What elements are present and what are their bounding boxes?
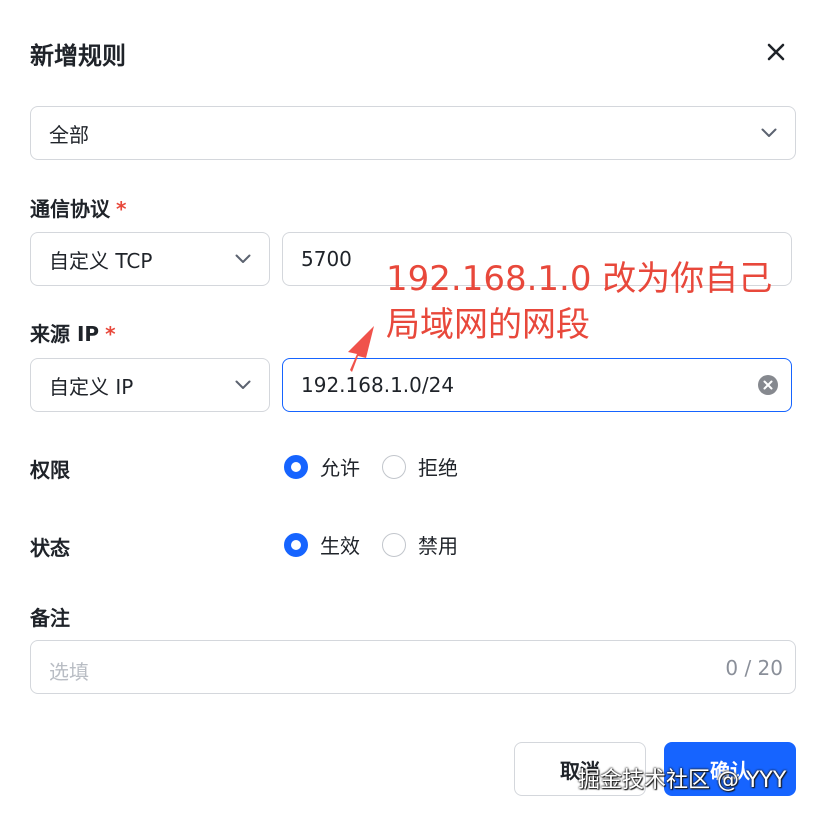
- status-option-disabled[interactable]: 禁用: [382, 530, 458, 559]
- annotation-line-2: 局域网的网段: [386, 305, 590, 345]
- annotation-line-1: 192.168.1.0 改为你自己: [386, 259, 773, 299]
- radio-unchecked-icon: [382, 532, 406, 557]
- source-ip-type-value: 自定义 IP: [49, 374, 134, 399]
- source-ip-label-text: 来源 IP: [30, 322, 100, 346]
- remark-char-counter: 0 / 20: [725, 656, 783, 680]
- permission-label: 权限: [30, 458, 70, 482]
- required-mark: *: [105, 322, 116, 346]
- annotation-text: 192.168.1.0 改为你自己 局域网的网段: [386, 256, 796, 348]
- radio-unchecked-icon: [382, 454, 406, 479]
- permission-option-label: 允许: [320, 456, 360, 480]
- chevron-down-icon: [761, 128, 777, 137]
- status-option-label: 禁用: [418, 534, 458, 558]
- close-icon[interactable]: [760, 36, 792, 68]
- annotation-arrow-icon: [348, 326, 374, 372]
- watermark-text: 掘金技术社区 @ YYY: [578, 768, 787, 793]
- clear-circle-icon[interactable]: [757, 374, 779, 396]
- permission-option-label: 拒绝: [418, 456, 458, 480]
- close-icon-glyph: [767, 43, 785, 61]
- add-rule-dialog: 新增规则 全部 通信协议 * 自定义 TCP 5700 来源 IP * 自定义 IP…: [0, 0, 825, 813]
- remark-input[interactable]: 选填 0 / 20: [30, 640, 796, 694]
- permission-option-deny[interactable]: 拒绝: [382, 452, 458, 481]
- remark-label: 备注: [30, 606, 70, 630]
- source-ip-type-select[interactable]: 自定义 IP: [30, 358, 270, 412]
- protocol-type-value: 自定义 TCP: [49, 248, 153, 273]
- status-option-enabled[interactable]: 生效: [284, 530, 360, 559]
- scope-select[interactable]: 全部: [30, 106, 796, 160]
- radio-checked-icon: [284, 454, 308, 479]
- protocol-label: 通信协议 *: [30, 193, 126, 222]
- chevron-down-icon: [235, 254, 251, 263]
- dialog-title: 新增规则: [30, 42, 126, 70]
- chevron-down-icon: [235, 380, 251, 389]
- required-mark: *: [116, 197, 127, 221]
- permission-radio-group: 允许 拒绝: [284, 452, 480, 481]
- source-ip-label: 来源 IP *: [30, 318, 116, 347]
- status-radio-group: 生效 禁用: [284, 530, 480, 559]
- permission-option-allow[interactable]: 允许: [284, 452, 360, 481]
- radio-checked-icon: [284, 532, 308, 557]
- scope-select-value: 全部: [49, 122, 89, 147]
- protocol-type-select[interactable]: 自定义 TCP: [30, 232, 270, 286]
- status-option-label: 生效: [320, 534, 360, 558]
- port-input-value: 5700: [301, 247, 352, 271]
- remark-placeholder: 选填: [49, 660, 89, 684]
- protocol-label-text: 通信协议: [30, 197, 110, 221]
- status-label: 状态: [30, 536, 70, 560]
